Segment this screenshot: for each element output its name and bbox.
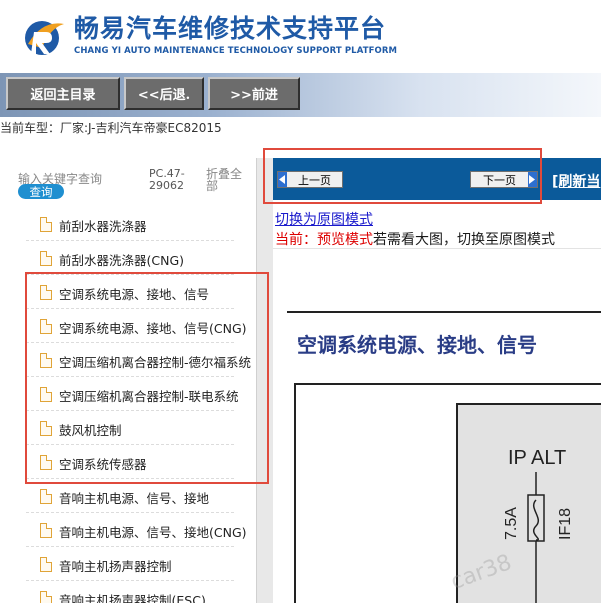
- mode-status-prefix: 当前：: [275, 232, 317, 248]
- home-button[interactable]: 返回主目录: [6, 77, 120, 110]
- tree-item-label: 空调系统电源、接地、信号(CNG): [59, 321, 247, 336]
- refresh-link[interactable]: [刷新当: [552, 171, 600, 191]
- document-icon: [40, 421, 52, 436]
- arrow-right-icon: [528, 172, 537, 187]
- tree-item[interactable]: 音响主机扬声器控制(ESC): [0, 581, 256, 603]
- tree-item[interactable]: 鼓风机控制: [0, 411, 256, 445]
- tree-item-label: 音响主机扬声器控制(ESC): [59, 593, 206, 603]
- chang-yi-logo-icon: [25, 21, 64, 55]
- document-icon: [40, 285, 52, 300]
- nav-bar: 返回主目录 <<后退. >>前进: [0, 73, 601, 117]
- tree-item[interactable]: 音响主机扬声器控制: [0, 547, 256, 581]
- tree-item[interactable]: 音响主机电源、信号、接地(CNG): [0, 513, 256, 547]
- tree-item-label: 前刮水器洗涤器: [59, 219, 147, 234]
- current-vehicle: 当前车型：厂家:J-吉利汽车帝豪EC82015: [0, 121, 222, 135]
- fuse-label: IP ALT: [508, 447, 566, 469]
- tree-item[interactable]: 空调系统传感器: [0, 445, 256, 479]
- tree-item-label: 音响主机电源、信号、接地(CNG): [59, 525, 247, 540]
- document-icon: [40, 217, 52, 232]
- tree-item-label: 空调压缩机离合器控制-联电系统: [59, 389, 239, 404]
- vehicle-bar: 当前车型：厂家:J-吉利汽车帝豪EC82015: [0, 117, 601, 158]
- app-title: 畅易汽车维修技术支持平台: [74, 14, 387, 43]
- document-icon: [40, 319, 52, 334]
- tree-item-label: 空调压缩机离合器控制-德尔福系统: [59, 355, 252, 370]
- document-rule: [287, 311, 601, 313]
- document-icon: [40, 489, 52, 504]
- tree-item-label: 空调系统电源、接地、信号: [59, 287, 210, 302]
- pc-code: PC.47-29062: [149, 167, 185, 192]
- switch-original-mode-link[interactable]: 切换为原图模式: [275, 209, 373, 229]
- mode-status: 当前：预览模式若需看大图，切换至原图模式: [275, 229, 555, 249]
- document-icon: [40, 353, 52, 368]
- back-button[interactable]: <<后退.: [124, 77, 204, 110]
- next-page-label: 下一页: [483, 173, 516, 187]
- fuse-rating: 7.5A: [503, 507, 520, 540]
- document-title: 空调系统电源、接地、信号: [297, 333, 537, 357]
- mode-status-current: 预览模式: [317, 232, 373, 248]
- query-button[interactable]: 查询: [18, 184, 64, 199]
- fuse-id: IF18: [557, 508, 574, 540]
- tree-item[interactable]: 前刮水器洗涤器(CNG): [0, 241, 256, 275]
- next-page-button[interactable]: 下一页: [470, 171, 538, 188]
- tree-item[interactable]: 音响主机电源、信号、接地: [0, 479, 256, 513]
- tree-item[interactable]: 空调系统电源、接地、信号: [0, 275, 256, 309]
- prev-page-button[interactable]: 上一页: [277, 171, 343, 188]
- sidebar: 输入关键字查询 查询 PC.47-29062 折叠全部 前刮水器洗涤器 前刮水器…: [0, 158, 256, 603]
- tree-item-label: 音响主机电源、信号、接地: [59, 491, 210, 506]
- document-icon: [40, 591, 52, 603]
- tree-item[interactable]: 前刮水器洗涤器: [0, 207, 256, 241]
- prev-page-label: 上一页: [298, 173, 331, 187]
- tree-item[interactable]: 空调系统电源、接地、信号(CNG): [0, 309, 256, 343]
- tree-item-label: 前刮水器洗涤器(CNG): [59, 253, 185, 268]
- document-icon: [40, 251, 52, 266]
- forward-button[interactable]: >>前进: [208, 77, 300, 110]
- sidebar-scrollbar[interactable]: [256, 158, 273, 603]
- document-icon: [40, 557, 52, 572]
- tree-item-label: 音响主机扬声器控制: [59, 559, 172, 574]
- app-header: 畅易汽车维修技术支持平台 CHANG YI AUTO MAINTENANCE T…: [0, 0, 601, 73]
- arrow-left-icon: [278, 172, 287, 187]
- document-icon: [40, 455, 52, 470]
- tree-item-label: 鼓风机控制: [59, 423, 122, 438]
- tree-item[interactable]: 空调压缩机离合器控制-德尔福系统: [0, 343, 256, 377]
- document-icon: [40, 387, 52, 402]
- tree-item-label: 空调系统传感器: [59, 457, 147, 472]
- app-subtitle: CHANG YI AUTO MAINTENANCE TECHNOLOGY SUP…: [74, 46, 398, 56]
- document-icon: [40, 523, 52, 538]
- pager-bar: 上一页 下一页 [刷新当: [273, 158, 601, 200]
- mode-status-hint: 若需看大图，切换至原图模式: [373, 232, 555, 248]
- tree-list: 前刮水器洗涤器 前刮水器洗涤器(CNG) 空调系统电源、接地、信号 空调系统电源…: [0, 207, 256, 603]
- tree-item[interactable]: 空调压缩机离合器控制-联电系统: [0, 377, 256, 411]
- fold-all-button[interactable]: 折叠全部: [206, 168, 246, 192]
